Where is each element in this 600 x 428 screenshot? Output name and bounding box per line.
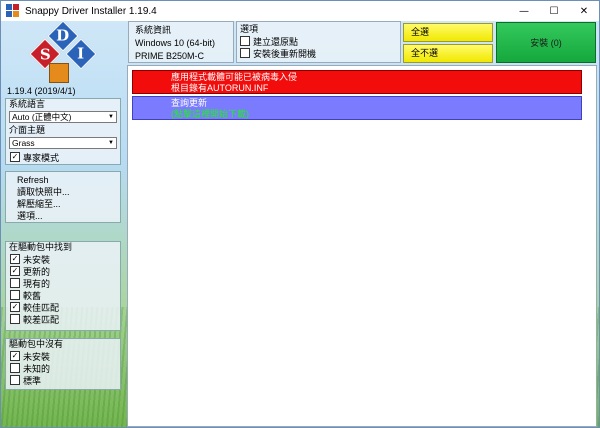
actions-panel: Refresh 讀取快照中... 解壓縮至... 選項... [5,171,121,223]
filter-better-match-checkbox[interactable]: ✓ 較佳匹配 [6,301,120,313]
refresh-link[interactable]: Refresh [6,174,120,186]
found-in-pack-label: 在驅動包中找到 [9,242,73,252]
virus-warning-detail: 根目錄有AUTORUN.INF [171,83,269,93]
restore-point-checkbox[interactable]: 建立還原點 [240,35,397,47]
sdi-logo: D S I [29,20,97,85]
reboot-after-install-checkbox[interactable]: 安裝後重新開機 [240,47,397,59]
checkbox-checked-icon: ✓ [10,254,20,264]
os-version: Windows 10 (64-bit) [135,38,216,48]
check-updates-detail: (點擊這裡開始下載) [171,109,249,119]
found-in-pack-panel: 在驅動包中找到 ✓ 未安裝 ✓ 更新的 現有的 較舊 ✓ 較佳匹配 較差匹配 [5,241,121,331]
filter-standard-checkbox[interactable]: 標準 [6,374,120,386]
check-updates-row[interactable]: 查詢更新 (點擊這裡開始下載) [132,96,582,120]
checkbox-empty-icon [240,36,250,46]
motherboard-name: PRIME B250M-C [135,51,205,61]
logo-tools-icon [49,63,69,83]
filter-worse-match-checkbox[interactable]: 較差匹配 [6,313,120,325]
filter-not-installed-checkbox[interactable]: ✓ 未安裝 [6,253,120,265]
language-select[interactable]: Auto (正體中文) ▼ [9,111,117,123]
not-in-pack-panel: 驅動包中沒有 ✓ 未安裝 未知的 標準 [5,338,121,390]
version-label: 1.19.4 (2019/4/1) [7,86,76,96]
driver-list[interactable]: 應用程式載體可能已被病毒入侵 根目錄有AUTORUN.INF 查詢更新 (點擊這… [127,65,597,427]
filter-missing-checkbox[interactable]: ✓ 未安裝 [6,350,120,362]
checkbox-checked-icon: ✓ [10,351,20,361]
checkbox-empty-icon [10,363,20,373]
window-title: Snappy Driver Installer 1.19.4 [25,5,157,17]
language-select-value: Auto (正體中文) [12,112,72,122]
install-button[interactable]: 安裝 (0) [496,22,596,63]
options-heading: 選項 [240,24,259,34]
not-in-pack-label: 驅動包中沒有 [9,339,64,349]
checkbox-label: 標準 [23,375,42,386]
app-logo-icon [6,4,20,18]
select-none-button[interactable]: 全不選 [403,44,493,63]
system-info-panel[interactable]: 系統資訊 Windows 10 (64-bit) PRIME B250M-C [128,21,234,63]
checkbox-label: 較差匹配 [23,314,60,325]
filter-older-checkbox[interactable]: 較舊 [6,289,120,301]
maximize-button[interactable]: ☐ [539,1,569,21]
checkbox-empty-icon [10,278,20,288]
checkbox-label: 安裝後重新開機 [253,48,317,59]
filter-newer-checkbox[interactable]: ✓ 更新的 [6,265,120,277]
filter-unknown-checkbox[interactable]: 未知的 [6,362,120,374]
theme-label: 介面主題 [9,125,46,135]
checkbox-checked-icon: ✓ [10,266,20,276]
checkbox-checked-icon: ✓ [10,302,20,312]
filter-current-checkbox[interactable]: 現有的 [6,277,120,289]
expert-mode-label: 專家模式 [23,152,60,163]
minimize-button[interactable]: — [509,1,539,21]
virus-warning-title: 應用程式載體可能已被病毒入侵 [171,72,298,82]
expert-mode-checkbox[interactable]: ✓ 專家模式 [6,151,120,163]
options-link[interactable]: 選項... [6,210,120,222]
check-updates-title: 查詢更新 [171,98,208,108]
title-bar[interactable]: Snappy Driver Installer 1.19.4 — ☐ ✕ [1,1,599,21]
checkbox-empty-icon [10,290,20,300]
virus-warning-row[interactable]: 應用程式載體可能已被病毒入侵 根目錄有AUTORUN.INF [132,70,582,94]
app-window: Snappy Driver Installer 1.19.4 — ☐ ✕ D S… [0,0,600,428]
chevron-down-icon: ▼ [108,114,114,120]
select-all-button[interactable]: 全選 [403,23,493,42]
options-panel: 選項 建立還原點 安裝後重新開機 [236,21,401,63]
settings-panel: 系統語言 Auto (正體中文) ▼ 介面主題 Grass ▼ ✓ 專家模式 [5,98,121,165]
theme-select-value: Grass [12,138,35,148]
chevron-down-icon: ▼ [108,140,114,146]
close-button[interactable]: ✕ [569,1,599,21]
checkbox-empty-icon [10,314,20,324]
system-info-heading: 系統資訊 [135,25,172,35]
extract-to-link[interactable]: 解壓縮至... [6,198,120,210]
load-snapshot-link[interactable]: 讀取快照中... [6,186,120,198]
checkbox-empty-icon [240,48,250,58]
language-label: 系統語言 [9,99,46,109]
checkbox-checked-icon: ✓ [10,152,20,162]
theme-select[interactable]: Grass ▼ [9,137,117,149]
checkbox-empty-icon [10,375,20,385]
